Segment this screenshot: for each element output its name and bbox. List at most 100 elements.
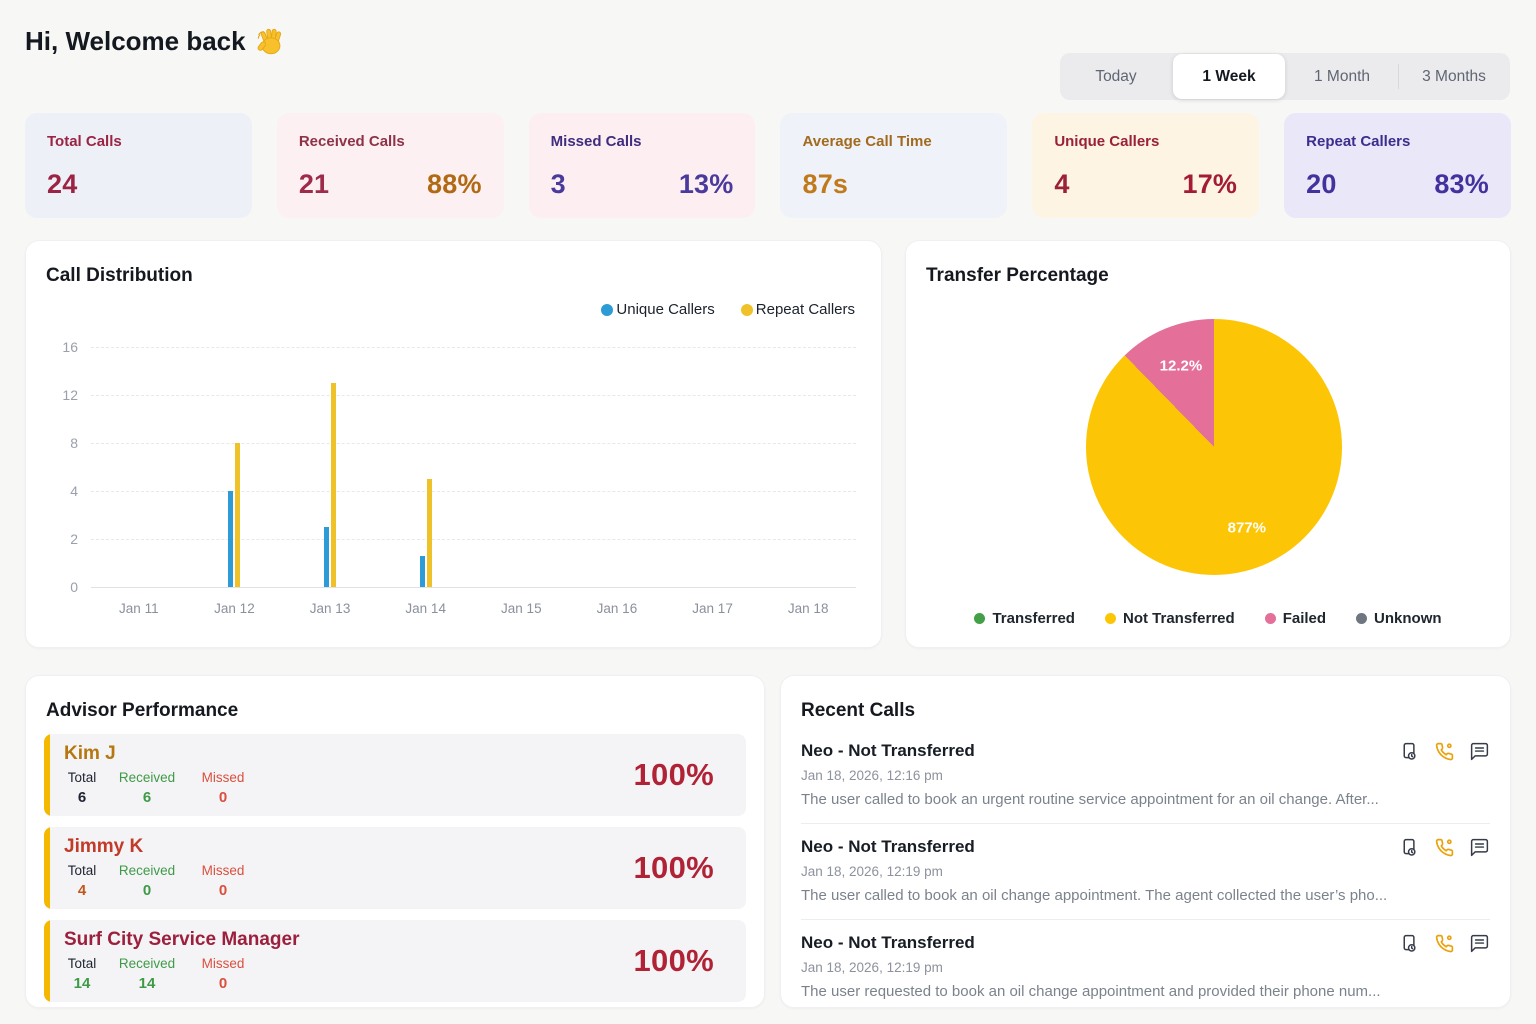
stat-value: 21 bbox=[299, 169, 329, 200]
tab-3-months[interactable]: 3 Months bbox=[1398, 53, 1510, 100]
x-axis-tick: Jan 11 bbox=[119, 601, 159, 616]
received-value: 6 bbox=[114, 789, 180, 806]
legend-item-failed[interactable]: Failed bbox=[1265, 610, 1326, 627]
recent-call-item: Neo - Not Transferred Jan 18, 2026, 12:1… bbox=[801, 824, 1490, 920]
transcript-icon[interactable] bbox=[1468, 836, 1490, 858]
pie-chart-legend: Transferred Not Transferred Failed Unkno… bbox=[906, 610, 1510, 627]
stat-label: Received Calls bbox=[299, 133, 482, 150]
recent-calls-list: Neo - Not Transferred Jan 18, 2026, 12:1… bbox=[801, 728, 1490, 1015]
missed-label: Missed bbox=[188, 770, 258, 785]
tab-1-month[interactable]: 1 Month bbox=[1286, 53, 1398, 100]
call-timestamp: Jan 18, 2026, 12:19 pm bbox=[801, 960, 1490, 975]
legend-label: Not Transferred bbox=[1123, 610, 1235, 627]
x-axis-tick: Jan 13 bbox=[310, 601, 351, 616]
transcript-icon[interactable] bbox=[1468, 932, 1490, 954]
missed-label: Missed bbox=[188, 863, 258, 878]
stat-value: 20 bbox=[1306, 169, 1336, 200]
recent-calls-panel: Recent Calls Neo - Not Transferred Jan 1… bbox=[780, 675, 1511, 1008]
transcript-icon[interactable] bbox=[1468, 740, 1490, 762]
gridline bbox=[91, 539, 856, 540]
pie-slice-label-not-transferred: 877% bbox=[1228, 519, 1266, 536]
y-axis-tick: 12 bbox=[62, 387, 78, 403]
tab-today[interactable]: Today bbox=[1060, 53, 1172, 100]
x-axis-tick: Jan 12 bbox=[214, 601, 255, 616]
time-range-tabs: Today 1 Week 1 Month 3 Months bbox=[1060, 53, 1510, 100]
advisor-row-kim-j: Kim J Total 6 Received 6 Missed 0 10 bbox=[44, 734, 746, 816]
stat-card-unique-callers: Unique Callers 4 17% bbox=[1032, 113, 1259, 218]
call-actions bbox=[1398, 932, 1490, 954]
stat-value: 24 bbox=[47, 169, 77, 200]
y-axis-tick: 8 bbox=[70, 435, 78, 451]
bar-repeat-callers-jan-14 bbox=[427, 479, 432, 587]
stat-value: 3 bbox=[551, 169, 566, 200]
stat-value: 87s bbox=[802, 169, 848, 200]
transfer-percentage-title: Transfer Percentage bbox=[926, 265, 1109, 287]
bar-chart-y-axis: 02481216 bbox=[26, 347, 78, 587]
bar-chart-x-axis: Jan 11Jan 12Jan 13Jan 14Jan 15Jan 16Jan … bbox=[91, 601, 856, 621]
pie-slice-label-failed: 12.2% bbox=[1160, 358, 1203, 375]
legend-dot-yellow bbox=[1105, 613, 1116, 624]
missed-value: 0 bbox=[188, 789, 258, 806]
total-value: 4 bbox=[58, 882, 106, 899]
stats-row: Total Calls 24 Received Calls 21 88% Mis… bbox=[25, 113, 1511, 218]
received-label: Received bbox=[114, 770, 180, 785]
advisor-name: Kim J bbox=[64, 743, 116, 765]
received-label: Received bbox=[114, 863, 180, 878]
x-axis-tick: Jan 15 bbox=[501, 601, 542, 616]
bar-unique-callers-jan-12 bbox=[228, 491, 233, 587]
legend-label: Unknown bbox=[1374, 610, 1442, 627]
legend-item-repeat-callers[interactable]: Repeat Callers bbox=[741, 301, 855, 318]
stat-value: 4 bbox=[1054, 169, 1069, 200]
dashboard-page: Hi, Welcome back Today 1 Week 1 Month 3 … bbox=[0, 0, 1536, 1024]
accent-bar bbox=[44, 827, 50, 909]
received-label: Received bbox=[114, 956, 180, 971]
legend-item-not-transferred[interactable]: Not Transferred bbox=[1105, 610, 1235, 627]
legend-dot-green bbox=[974, 613, 985, 624]
stat-card-repeat-callers: Repeat Callers 20 83% bbox=[1284, 113, 1511, 218]
legend-item-unknown[interactable]: Unknown bbox=[1356, 610, 1442, 627]
file-icon[interactable] bbox=[1398, 740, 1420, 762]
phone-call-icon[interactable] bbox=[1433, 740, 1455, 762]
legend-label: Unique Callers bbox=[616, 301, 714, 318]
advisor-stats: Total 14 Received 14 Missed 0 bbox=[58, 956, 258, 992]
advisor-row-jimmy-k: Jimmy K Total 4 Received 0 Missed 0 bbox=[44, 827, 746, 909]
advisor-score: 100% bbox=[634, 757, 715, 793]
phone-call-icon[interactable] bbox=[1433, 932, 1455, 954]
file-icon[interactable] bbox=[1398, 836, 1420, 858]
call-title: Neo - Not Transferred bbox=[801, 837, 1490, 857]
gridline bbox=[91, 443, 856, 444]
total-label: Total bbox=[58, 956, 106, 971]
file-icon[interactable] bbox=[1398, 932, 1420, 954]
gridline bbox=[91, 587, 856, 588]
legend-item-transferred[interactable]: Transferred bbox=[974, 610, 1075, 627]
legend-item-unique-callers[interactable]: Unique Callers bbox=[601, 301, 714, 318]
bar-chart-plot bbox=[91, 347, 856, 587]
advisor-rows: Kim J Total 6 Received 6 Missed 0 10 bbox=[44, 734, 746, 1013]
x-axis-tick: Jan 17 bbox=[692, 601, 733, 616]
call-title: Neo - Not Transferred bbox=[801, 741, 1490, 761]
stat-label: Unique Callers bbox=[1054, 133, 1237, 150]
phone-call-icon[interactable] bbox=[1433, 836, 1455, 858]
legend-label: Transferred bbox=[992, 610, 1075, 627]
stat-percent: 13% bbox=[679, 169, 734, 200]
bar-unique-callers-jan-14 bbox=[420, 556, 425, 587]
call-distribution-panel: Call Distribution Unique Callers Repeat … bbox=[25, 240, 882, 648]
transfer-percentage-panel: Transfer Percentage 877% 12.2% Transferre… bbox=[905, 240, 1511, 648]
advisor-name: Jimmy K bbox=[64, 836, 143, 858]
gridline bbox=[91, 347, 856, 348]
call-actions bbox=[1398, 740, 1490, 762]
call-timestamp: Jan 18, 2026, 12:16 pm bbox=[801, 768, 1490, 783]
bar-repeat-callers-jan-13 bbox=[331, 383, 336, 587]
recent-call-item: Neo - Not Transferred Jan 18, 2026, 12:1… bbox=[801, 920, 1490, 1015]
stat-percent: 88% bbox=[427, 169, 482, 200]
call-title: Neo - Not Transferred bbox=[801, 933, 1490, 953]
call-actions bbox=[1398, 836, 1490, 858]
advisor-stats: Total 6 Received 6 Missed 0 bbox=[58, 770, 258, 806]
accent-bar bbox=[44, 920, 50, 1002]
total-label: Total bbox=[58, 770, 106, 785]
tab-1-week[interactable]: 1 Week bbox=[1173, 54, 1285, 99]
stat-label: Missed Calls bbox=[551, 133, 734, 150]
legend-dot-blue bbox=[601, 304, 613, 316]
received-value: 0 bbox=[114, 882, 180, 899]
y-axis-tick: 4 bbox=[70, 483, 78, 499]
